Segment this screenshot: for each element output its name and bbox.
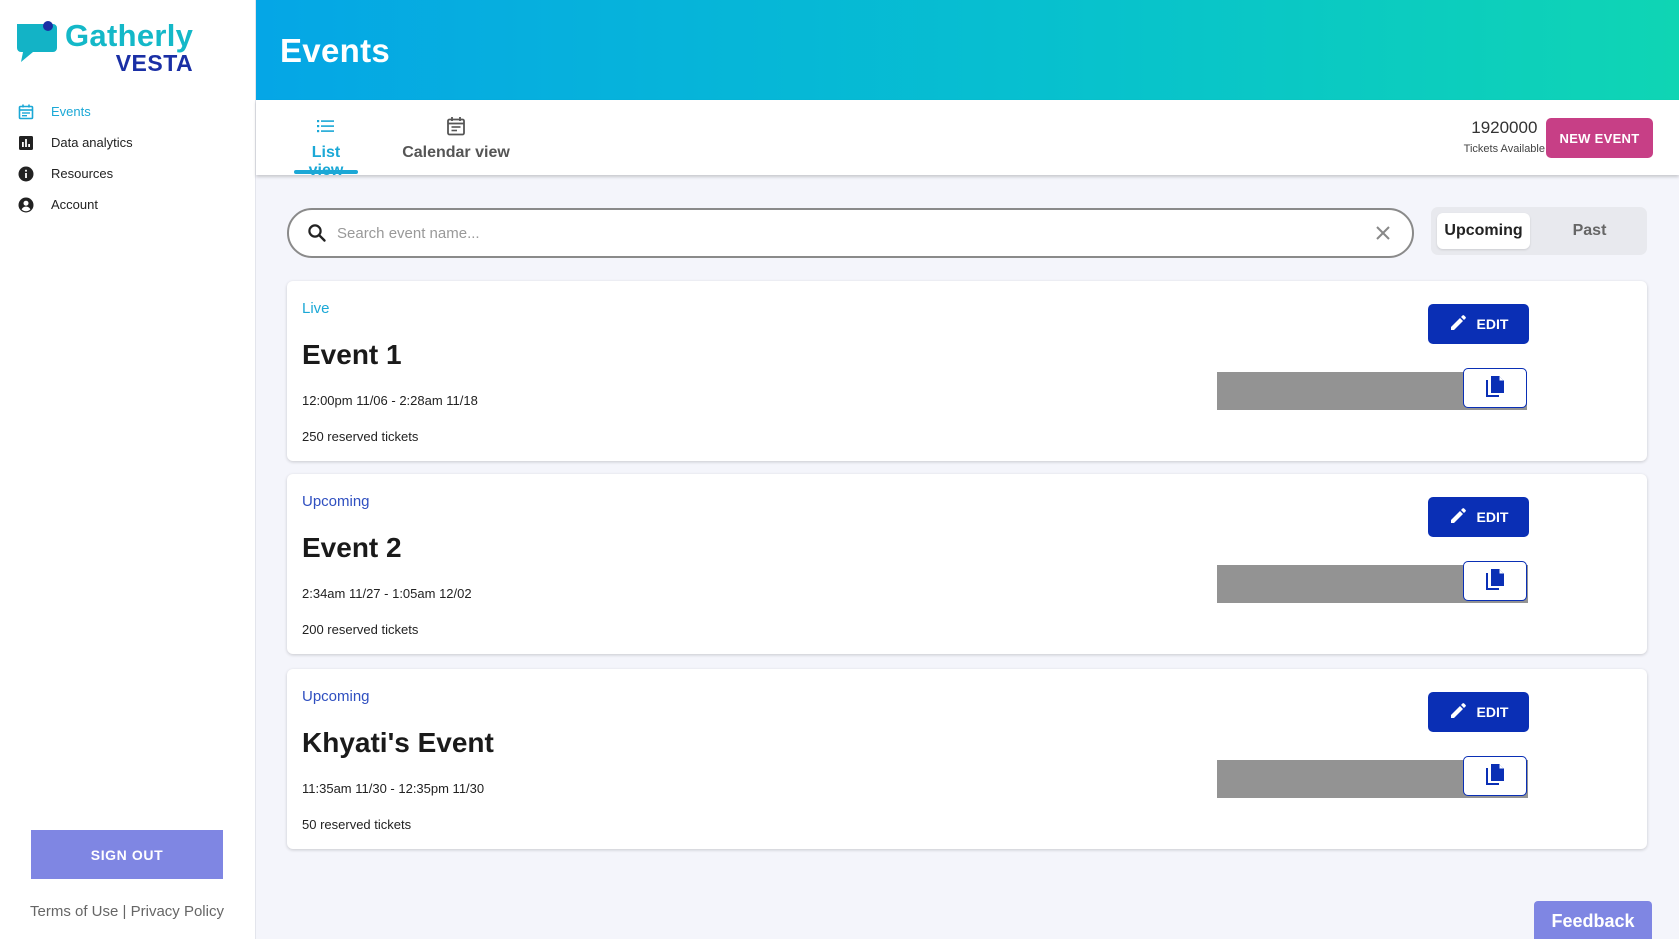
privacy-policy-link[interactable]: Privacy Policy (131, 903, 224, 920)
search-input[interactable] (337, 220, 1337, 246)
calendar-icon (390, 114, 522, 138)
copy-icon (1484, 375, 1506, 402)
sidebar-item-resources[interactable]: Resources (17, 158, 133, 189)
sidebar-item-label: Events (51, 104, 91, 119)
sidebar-item-data-analytics[interactable]: Data analytics (17, 127, 133, 158)
sidebar-item-label: Resources (51, 166, 114, 181)
sign-out-button[interactable]: SIGN OUT (31, 830, 223, 879)
edit-label: EDIT (1476, 509, 1509, 525)
legal-links: Terms of Use | Privacy Policy (30, 903, 224, 920)
sidebar-item-label: Data analytics (51, 135, 133, 150)
search-icon (307, 223, 327, 248)
pencil-icon (1449, 507, 1467, 528)
filter-upcoming-button[interactable]: Upcoming (1437, 213, 1530, 249)
copy-link-button[interactable] (1463, 756, 1527, 796)
filter-past-button[interactable]: Past (1543, 213, 1636, 249)
event-card: Upcoming Khyati's Event 11:35am 11/30 - … (287, 669, 1647, 849)
event-dates: 12:00pm 11/06 - 2:28am 11/18 (302, 393, 478, 408)
edit-event-button[interactable]: EDIT (1428, 304, 1529, 344)
event-dates: 2:34am 11/27 - 1:05am 12/02 (302, 586, 472, 601)
copy-link-button[interactable] (1463, 368, 1527, 408)
pencil-icon (1449, 314, 1467, 335)
view-tabs-bar: List view Calendar view 1920000 Tickets … (256, 100, 1679, 179)
logo-line-1: Gatherly (65, 18, 194, 53)
copy-link-button[interactable] (1463, 561, 1527, 601)
clear-search-icon[interactable] (1374, 224, 1392, 247)
info-icon (17, 165, 35, 183)
copy-icon (1484, 568, 1506, 595)
tickets-count: 1920000 (1471, 118, 1538, 137)
legal-separator: | (122, 903, 127, 920)
copy-icon (1484, 763, 1506, 790)
edit-event-button[interactable]: EDIT (1428, 692, 1529, 732)
logo-line-2: VESTA (115, 50, 194, 76)
terms-of-use-link[interactable]: Terms of Use (30, 903, 118, 920)
event-reserved-tickets: 200 reserved tickets (302, 622, 419, 637)
event-search (287, 208, 1414, 258)
active-tab-indicator (294, 170, 358, 174)
sidebar-item-account[interactable]: Account (17, 189, 133, 220)
event-title: Khyati's Event (302, 727, 494, 758)
event-reserved-tickets: 250 reserved tickets (302, 429, 419, 444)
calendar-icon (17, 103, 35, 121)
sidebar: Gatherly VESTA Events Data analytics Res… (0, 0, 256, 939)
edit-label: EDIT (1476, 704, 1509, 720)
logo-wordmark: Gatherly VESTA (65, 20, 193, 75)
event-card: Upcoming Event 2 2:34am 11/27 - 1:05am 1… (287, 474, 1647, 654)
event-reserved-tickets: 50 reserved tickets (302, 817, 412, 832)
bar-chart-icon (17, 134, 35, 152)
sidebar-nav: Events Data analytics Resources Account (17, 96, 133, 220)
pencil-icon (1449, 702, 1467, 723)
chat-bubble-logo-icon (15, 20, 59, 66)
event-title: Event 1 (302, 339, 402, 370)
tickets-available: 1920000 Tickets Available (1464, 118, 1545, 155)
event-status: Upcoming (302, 688, 370, 705)
event-status: Upcoming (302, 493, 370, 510)
event-card: Live Event 1 12:00pm 11/06 - 2:28am 11/1… (287, 281, 1647, 461)
gatherly-logo[interactable]: Gatherly VESTA (15, 20, 193, 75)
page-header: Events (256, 0, 1679, 100)
events-main: Upcoming Past Live Event 1 12:00pm 11/06… (256, 175, 1679, 939)
upcoming-past-toggle: Upcoming Past (1431, 207, 1647, 255)
event-status: Live (302, 300, 330, 317)
tab-label: Calendar view (402, 144, 510, 161)
edit-label: EDIT (1476, 316, 1509, 332)
page-title: Events (280, 32, 391, 69)
new-event-button[interactable]: NEW EVENT (1546, 118, 1653, 158)
sidebar-item-events[interactable]: Events (17, 96, 133, 127)
event-dates: 11:35am 11/30 - 12:35pm 11/30 (302, 781, 485, 796)
tab-label: List view (309, 144, 344, 179)
tab-calendar-view[interactable]: Calendar view (390, 114, 522, 162)
sidebar-item-label: Account (51, 197, 98, 212)
tickets-label: Tickets Available (1463, 143, 1545, 155)
list-icon (294, 114, 358, 138)
account-circle-icon (17, 196, 35, 214)
feedback-button[interactable]: Feedback (1534, 901, 1652, 939)
event-title: Event 2 (302, 532, 402, 563)
edit-event-button[interactable]: EDIT (1428, 497, 1529, 537)
